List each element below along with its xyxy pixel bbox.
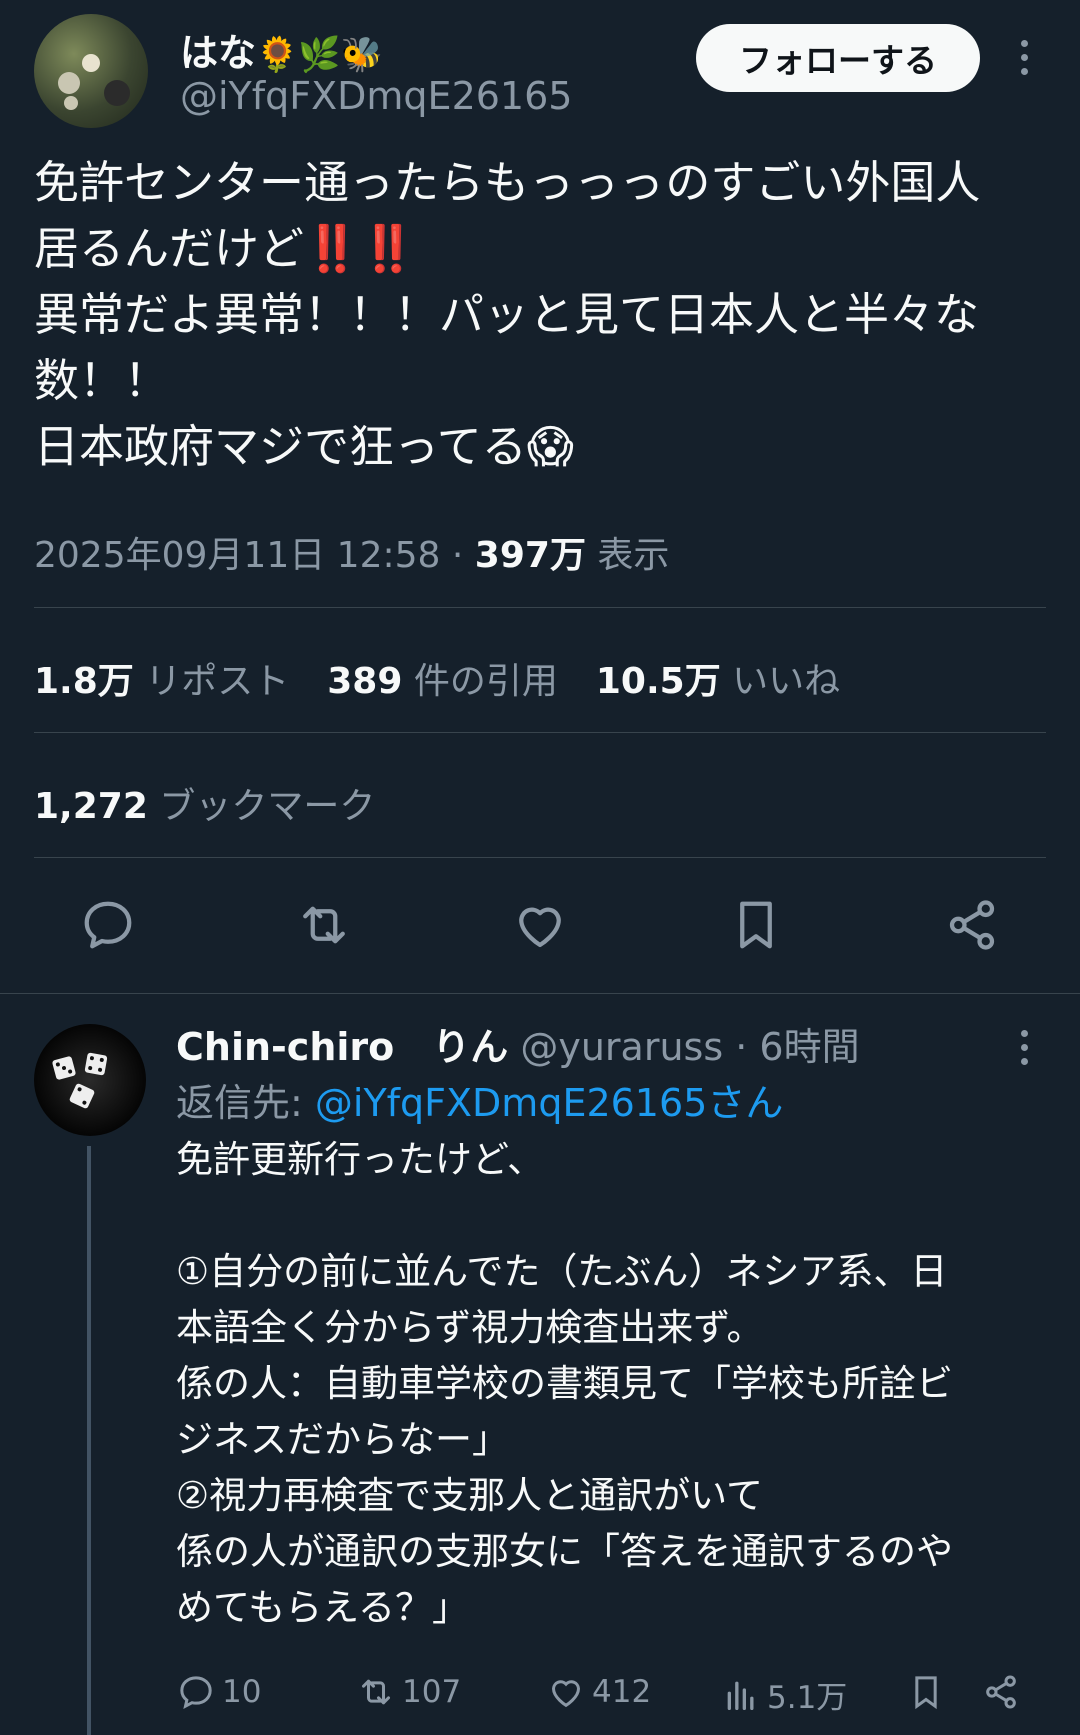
- reply-text: 免許更新行ったけど、 ①自分の前に並んでた（たぶん）ネシア系、日 本語全く分から…: [176, 1138, 953, 1629]
- reply-handle[interactable]: @yuraruss: [520, 1025, 723, 1069]
- speech-bubble-icon[interactable]: [78, 895, 138, 955]
- heart-icon[interactable]: [510, 895, 570, 955]
- reply-replies-count: 10: [222, 1674, 262, 1710]
- reply-to-prefix: 返信先:: [176, 1081, 315, 1125]
- likes-label: いいね: [732, 661, 841, 702]
- more-options-icon[interactable]: [1019, 1030, 1029, 1065]
- quotes-stat[interactable]: 389 件の引用: [327, 652, 558, 704]
- reply-reposts-action[interactable]: 107: [356, 1672, 461, 1712]
- more-options-icon[interactable]: [1019, 40, 1029, 75]
- share-icon[interactable]: [942, 895, 1002, 955]
- bookmarks-label: ブックマーク: [159, 786, 376, 827]
- divider: [34, 607, 1046, 608]
- reposts-label: リポスト: [145, 661, 290, 702]
- reply-likes-action[interactable]: 412: [546, 1672, 651, 1712]
- views-label: 表示: [597, 535, 670, 576]
- reply-likes-count: 412: [592, 1674, 652, 1710]
- divider: [34, 732, 1046, 733]
- reply-reposts-count: 107: [402, 1674, 462, 1710]
- bookmarks-count: 1,272: [34, 786, 148, 827]
- reply-replies-action[interactable]: 10: [176, 1672, 261, 1712]
- reply-display-name[interactable]: Chin-chiro りん: [176, 1025, 508, 1069]
- likes-count: 10.5万: [595, 661, 721, 702]
- follow-button[interactable]: フォローする: [696, 24, 980, 92]
- author-display-name[interactable]: はな🌻🌿🐝: [180, 22, 383, 77]
- post-meta: 2025年09月11日 12:58 · 397万 表示: [34, 526, 669, 578]
- reply-to-line: 返信先: @iYfqFXDmqE26165さん: [176, 1072, 783, 1127]
- share-icon: [986, 1675, 1016, 1709]
- bookmark-icon: [915, 1676, 937, 1710]
- author-name-text: はな: [180, 31, 257, 75]
- reply-share-action[interactable]: [981, 1672, 1021, 1712]
- meta-separator: ·: [451, 535, 464, 576]
- heart-icon: [551, 1680, 581, 1708]
- post-text: 免許センター通ったらもっっっのすごい外国人 居るんだけど‼️‼️ 異常だよ異常！…: [34, 156, 981, 473]
- quotes-label: 件の引用: [413, 661, 558, 702]
- post-timestamp[interactable]: 2025年09月11日 12:58: [34, 535, 440, 576]
- reply-author-avatar[interactable]: [34, 1024, 146, 1136]
- reply-post[interactable]: Chin-chiro りん @yuraruss · 6時間 返信先: @iYfq…: [0, 994, 1080, 1735]
- bookmarks-stat: 1,272 ブックマーク: [34, 777, 375, 829]
- views-count: 397万: [474, 535, 586, 576]
- author-handle[interactable]: @iYfqFXDmqE26165: [180, 74, 572, 118]
- reply-bookmark-action[interactable]: [906, 1672, 946, 1712]
- bookmark-icon[interactable]: [726, 895, 786, 955]
- reply-views-action[interactable]: 5.1万: [721, 1672, 847, 1717]
- author-avatar[interactable]: [34, 14, 148, 128]
- reply-views-count: 5.1万: [767, 1680, 848, 1716]
- speech-bubble-icon: [180, 1676, 212, 1710]
- thread-line: [87, 1146, 91, 1735]
- quotes-count: 389: [327, 661, 403, 702]
- post-action-bar: [0, 895, 1080, 965]
- main-post: はな🌻🌿🐝 @iYfqFXDmqE26165 フォローする 免許センター通ったら…: [0, 0, 1080, 993]
- reply-time[interactable]: · 6時間: [735, 1025, 859, 1069]
- reply-author-line: Chin-chiro りん @yuraruss · 6時間: [176, 1016, 860, 1071]
- reposts-stat[interactable]: 1.8万 リポスト: [34, 652, 289, 704]
- divider: [34, 857, 1046, 858]
- author-name-emojis: 🌻🌿🐝: [256, 35, 384, 75]
- bar-chart-icon: [727, 1681, 754, 1710]
- engagement-stats: 1.8万 リポスト 389 件の引用 10.5万 いいね: [34, 652, 840, 704]
- repost-arrows-icon[interactable]: [294, 895, 354, 955]
- reposts-count: 1.8万: [34, 661, 134, 702]
- likes-stat[interactable]: 10.5万 いいね: [596, 652, 840, 704]
- repost-arrows-icon: [362, 1679, 390, 1705]
- reply-action-bar: 10 107 412 5.1万: [176, 1672, 1056, 1722]
- reply-to-mention[interactable]: @iYfqFXDmqE26165さん: [315, 1081, 783, 1125]
